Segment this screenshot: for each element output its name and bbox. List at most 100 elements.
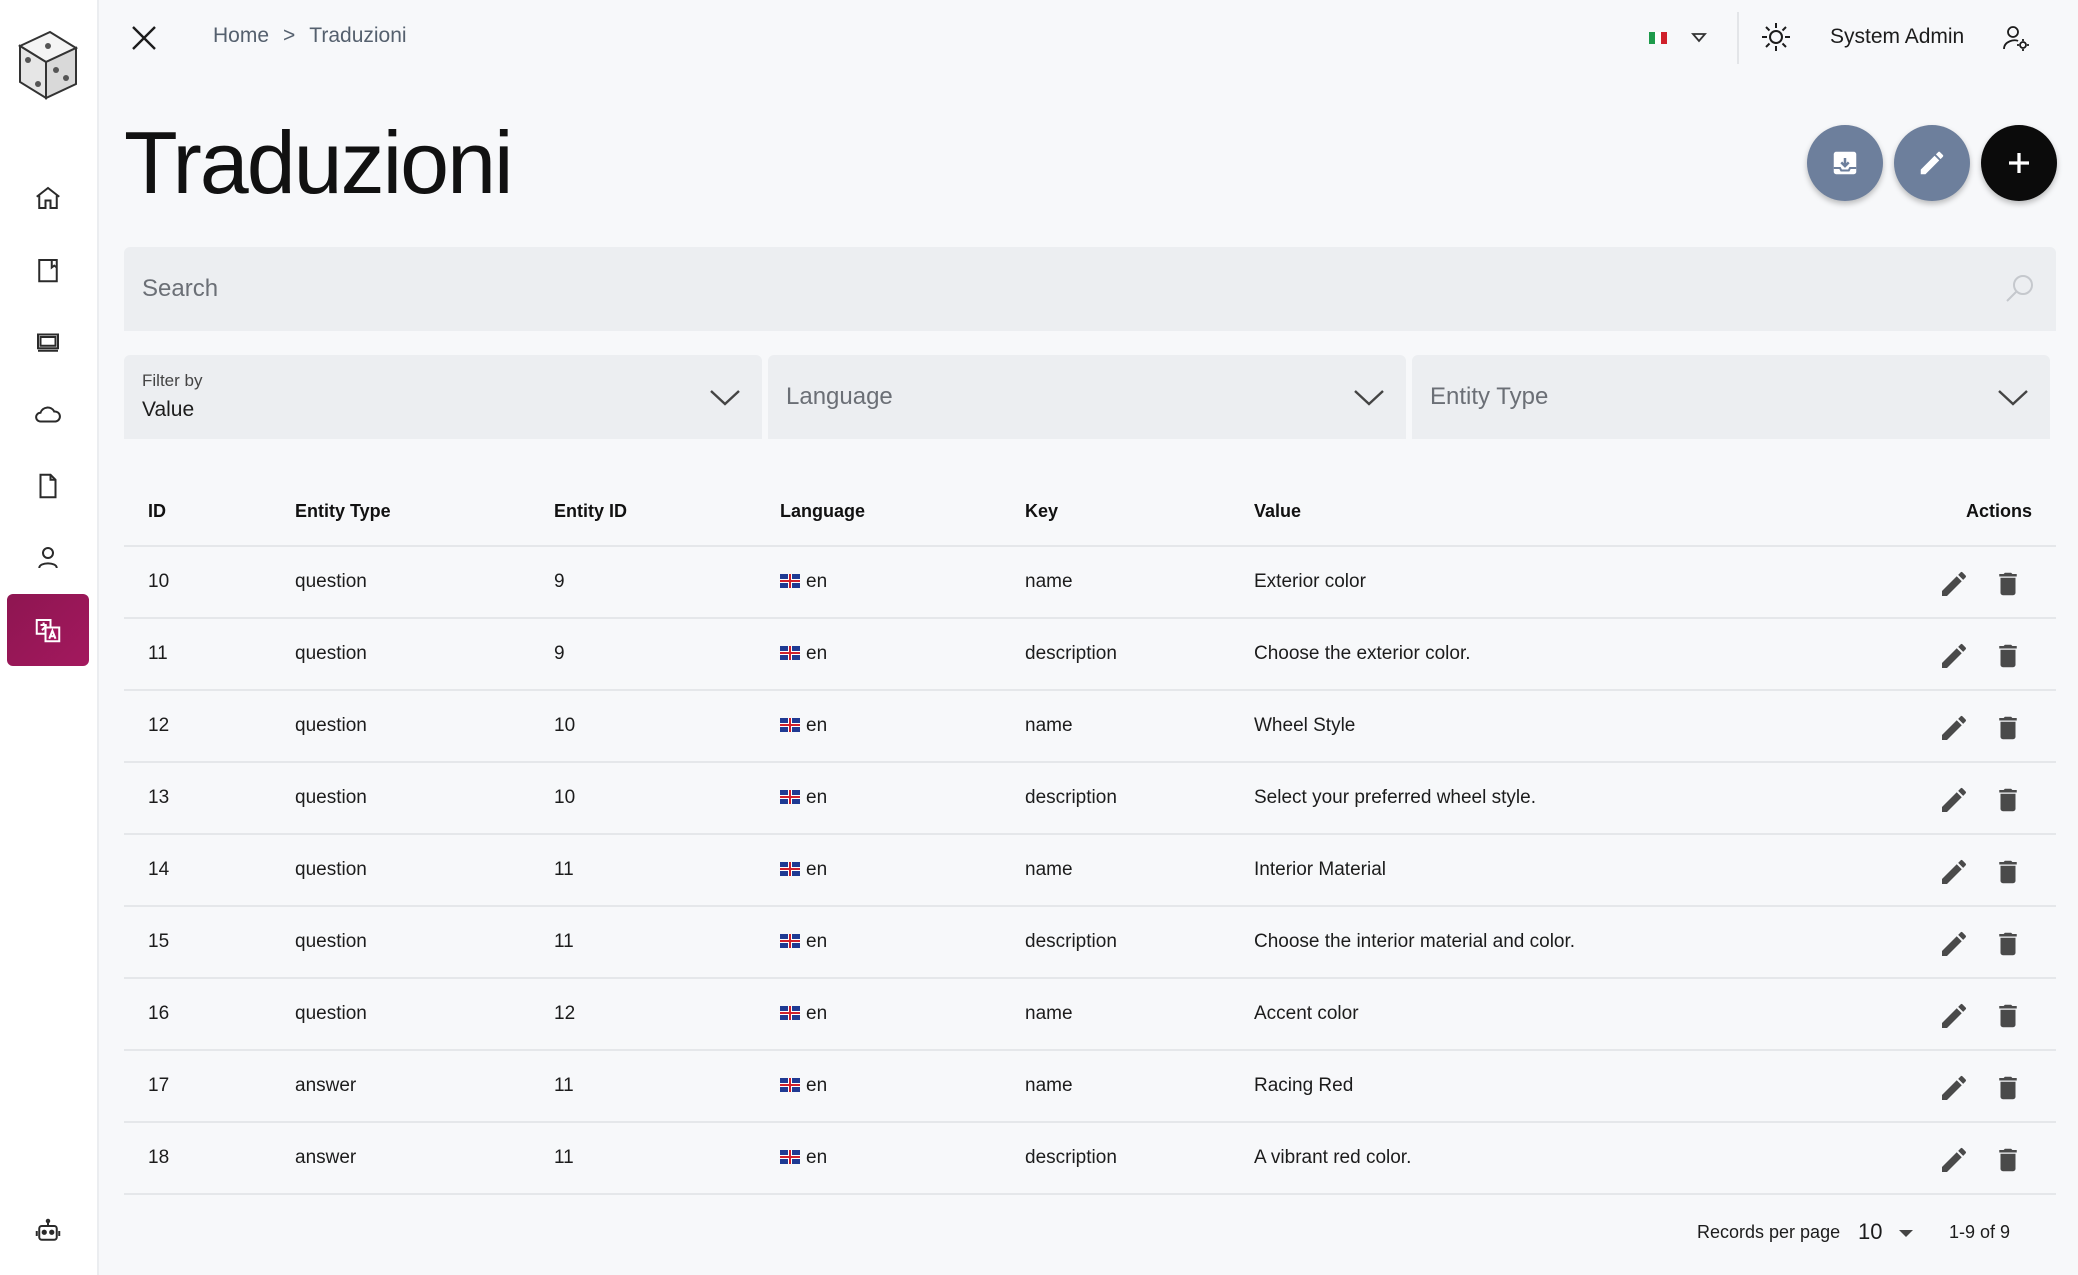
column-header-key[interactable]: Key: [1025, 501, 1058, 522]
cell-value: Select your preferred wheel style.: [1254, 787, 1536, 808]
cell-language-code: en: [806, 859, 828, 880]
sidebar-item-translations[interactable]: [7, 594, 89, 666]
table-row[interactable]: 10 question 9 en name Exterior color: [124, 547, 2056, 619]
archive-button[interactable]: [1807, 125, 1883, 201]
uk-flag-icon: [780, 574, 800, 588]
cell-key: name: [1025, 715, 1073, 736]
column-header-entity-id[interactable]: Entity ID: [554, 501, 627, 522]
edit-row-pencil-icon[interactable]: [1938, 856, 1970, 888]
close-icon: [132, 26, 156, 50]
caret-down-icon[interactable]: [1896, 1224, 1916, 1244]
delete-row-trash-icon[interactable]: [1993, 1000, 2023, 1032]
cell-entity-id: 11: [554, 1147, 574, 1168]
cell-key: description: [1025, 643, 1117, 664]
table-row[interactable]: 12 question 10 en name Wheel Style: [124, 691, 2056, 763]
breadcrumb-home-link[interactable]: Home: [213, 24, 269, 48]
cell-id: 15: [148, 931, 170, 952]
edit-row-pencil-icon[interactable]: [1938, 640, 1970, 672]
delete-row-trash-icon[interactable]: [1993, 784, 2023, 816]
italy-flag-icon[interactable]: [1649, 32, 1667, 44]
cell-entity-id: 10: [554, 715, 576, 736]
table-row[interactable]: 13 question 10 en description Select you…: [124, 763, 2056, 835]
filter-by-value: Value: [142, 398, 195, 421]
records-per-page-select[interactable]: 10: [1858, 1219, 1882, 1245]
delete-row-trash-icon[interactable]: [1993, 856, 2023, 888]
language-dropdown-toggle[interactable]: [1688, 28, 1710, 48]
delete-row-trash-icon[interactable]: [1993, 712, 2023, 744]
column-header-entity-type[interactable]: Entity Type: [295, 501, 391, 522]
cell-entity-id: 11: [554, 931, 574, 952]
caret-down-icon: [1691, 33, 1707, 43]
delete-row-trash-icon[interactable]: [1993, 1144, 2023, 1176]
translate-icon: [35, 619, 61, 643]
document-icon: [39, 473, 57, 499]
sidebar-item-documents[interactable]: [7, 450, 89, 522]
language-placeholder: Language: [786, 383, 893, 410]
cell-language-code: en: [806, 931, 828, 952]
edit-row-pencil-icon[interactable]: [1938, 712, 1970, 744]
cell-entity-type: question: [295, 787, 367, 808]
app-logo-dice-icon[interactable]: [12, 26, 82, 102]
user-name[interactable]: System Admin: [1830, 25, 1964, 49]
delete-row-trash-icon[interactable]: [1993, 568, 2023, 600]
edit-row-pencil-icon[interactable]: [1938, 784, 1970, 816]
cell-language: en: [780, 1003, 827, 1025]
user-settings-button[interactable]: [1998, 20, 2034, 56]
cell-entity-id: 12: [554, 1003, 576, 1024]
uk-flag-icon: [780, 646, 800, 660]
uk-flag-icon: [780, 718, 800, 732]
breadcrumb-separator: >: [283, 24, 296, 47]
table-row[interactable]: 18 answer 11 en description A vibrant re…: [124, 1123, 2056, 1195]
sidebar-item-bot[interactable]: [7, 1195, 89, 1267]
uk-flag-icon: [780, 934, 800, 948]
uk-flag-icon: [780, 1078, 800, 1092]
cell-entity-id: 9: [554, 643, 565, 664]
cell-id: 14: [148, 859, 170, 880]
sidebar-item-cloud[interactable]: [7, 378, 89, 450]
search-input[interactable]: [124, 247, 2056, 331]
column-header-id[interactable]: ID: [148, 501, 166, 522]
table-row[interactable]: 17 answer 11 en name Racing Red: [124, 1051, 2056, 1123]
table-row[interactable]: 11 question 9 en description Choose the …: [124, 619, 2056, 691]
search-icon[interactable]: [2002, 271, 2038, 307]
add-button[interactable]: [1981, 125, 2057, 201]
sidebar-item-gallery[interactable]: [7, 306, 89, 378]
uk-flag-icon: [780, 790, 800, 804]
gallery-icon: [37, 333, 59, 352]
edit-mode-button[interactable]: [1894, 125, 1970, 201]
pencil-icon: [1920, 151, 1944, 175]
edit-row-pencil-icon[interactable]: [1938, 568, 1970, 600]
delete-row-trash-icon[interactable]: [1993, 1072, 2023, 1104]
edit-row-pencil-icon[interactable]: [1938, 1000, 1970, 1032]
cell-language-code: en: [806, 643, 828, 664]
cell-key: name: [1025, 571, 1073, 592]
sidebar-item-home[interactable]: [7, 162, 89, 234]
edit-row-pencil-icon[interactable]: [1938, 1144, 1970, 1176]
cell-key: name: [1025, 859, 1073, 880]
entity-type-select[interactable]: Entity Type: [1412, 355, 2050, 439]
table-row[interactable]: 15 question 11 en description Choose the…: [124, 907, 2056, 979]
cell-language: en: [780, 1075, 827, 1097]
sidebar-item-notes[interactable]: [7, 234, 89, 306]
filter-by-select[interactable]: Filter by Value: [124, 355, 762, 439]
delete-row-trash-icon[interactable]: [1993, 640, 2023, 672]
table-row[interactable]: 16 question 12 en name Accent color: [124, 979, 2056, 1051]
cell-key: name: [1025, 1075, 1073, 1096]
cell-language: en: [780, 1147, 827, 1169]
edit-row-pencil-icon[interactable]: [1938, 928, 1970, 960]
column-header-language[interactable]: Language: [780, 501, 865, 522]
close-button[interactable]: [126, 20, 162, 56]
sidebar-item-users[interactable]: [7, 522, 89, 594]
edit-row-pencil-icon[interactable]: [1938, 1072, 1970, 1104]
language-select[interactable]: Language: [768, 355, 1406, 439]
column-header-actions: Actions: [1965, 501, 2032, 521]
column-header-value[interactable]: Value: [1254, 501, 1301, 522]
records-per-page-label: Records per page: [1697, 1222, 1841, 1242]
delete-row-trash-icon[interactable]: [1993, 928, 2023, 960]
cell-entity-type: question: [295, 1003, 367, 1024]
theme-toggle-button[interactable]: [1757, 18, 1795, 56]
table-row[interactable]: 14 question 11 en name Interior Material: [124, 835, 2056, 907]
cell-language: en: [780, 787, 827, 809]
cell-language-code: en: [806, 1003, 828, 1024]
breadcrumb: Home > Traduzioni: [213, 24, 407, 48]
